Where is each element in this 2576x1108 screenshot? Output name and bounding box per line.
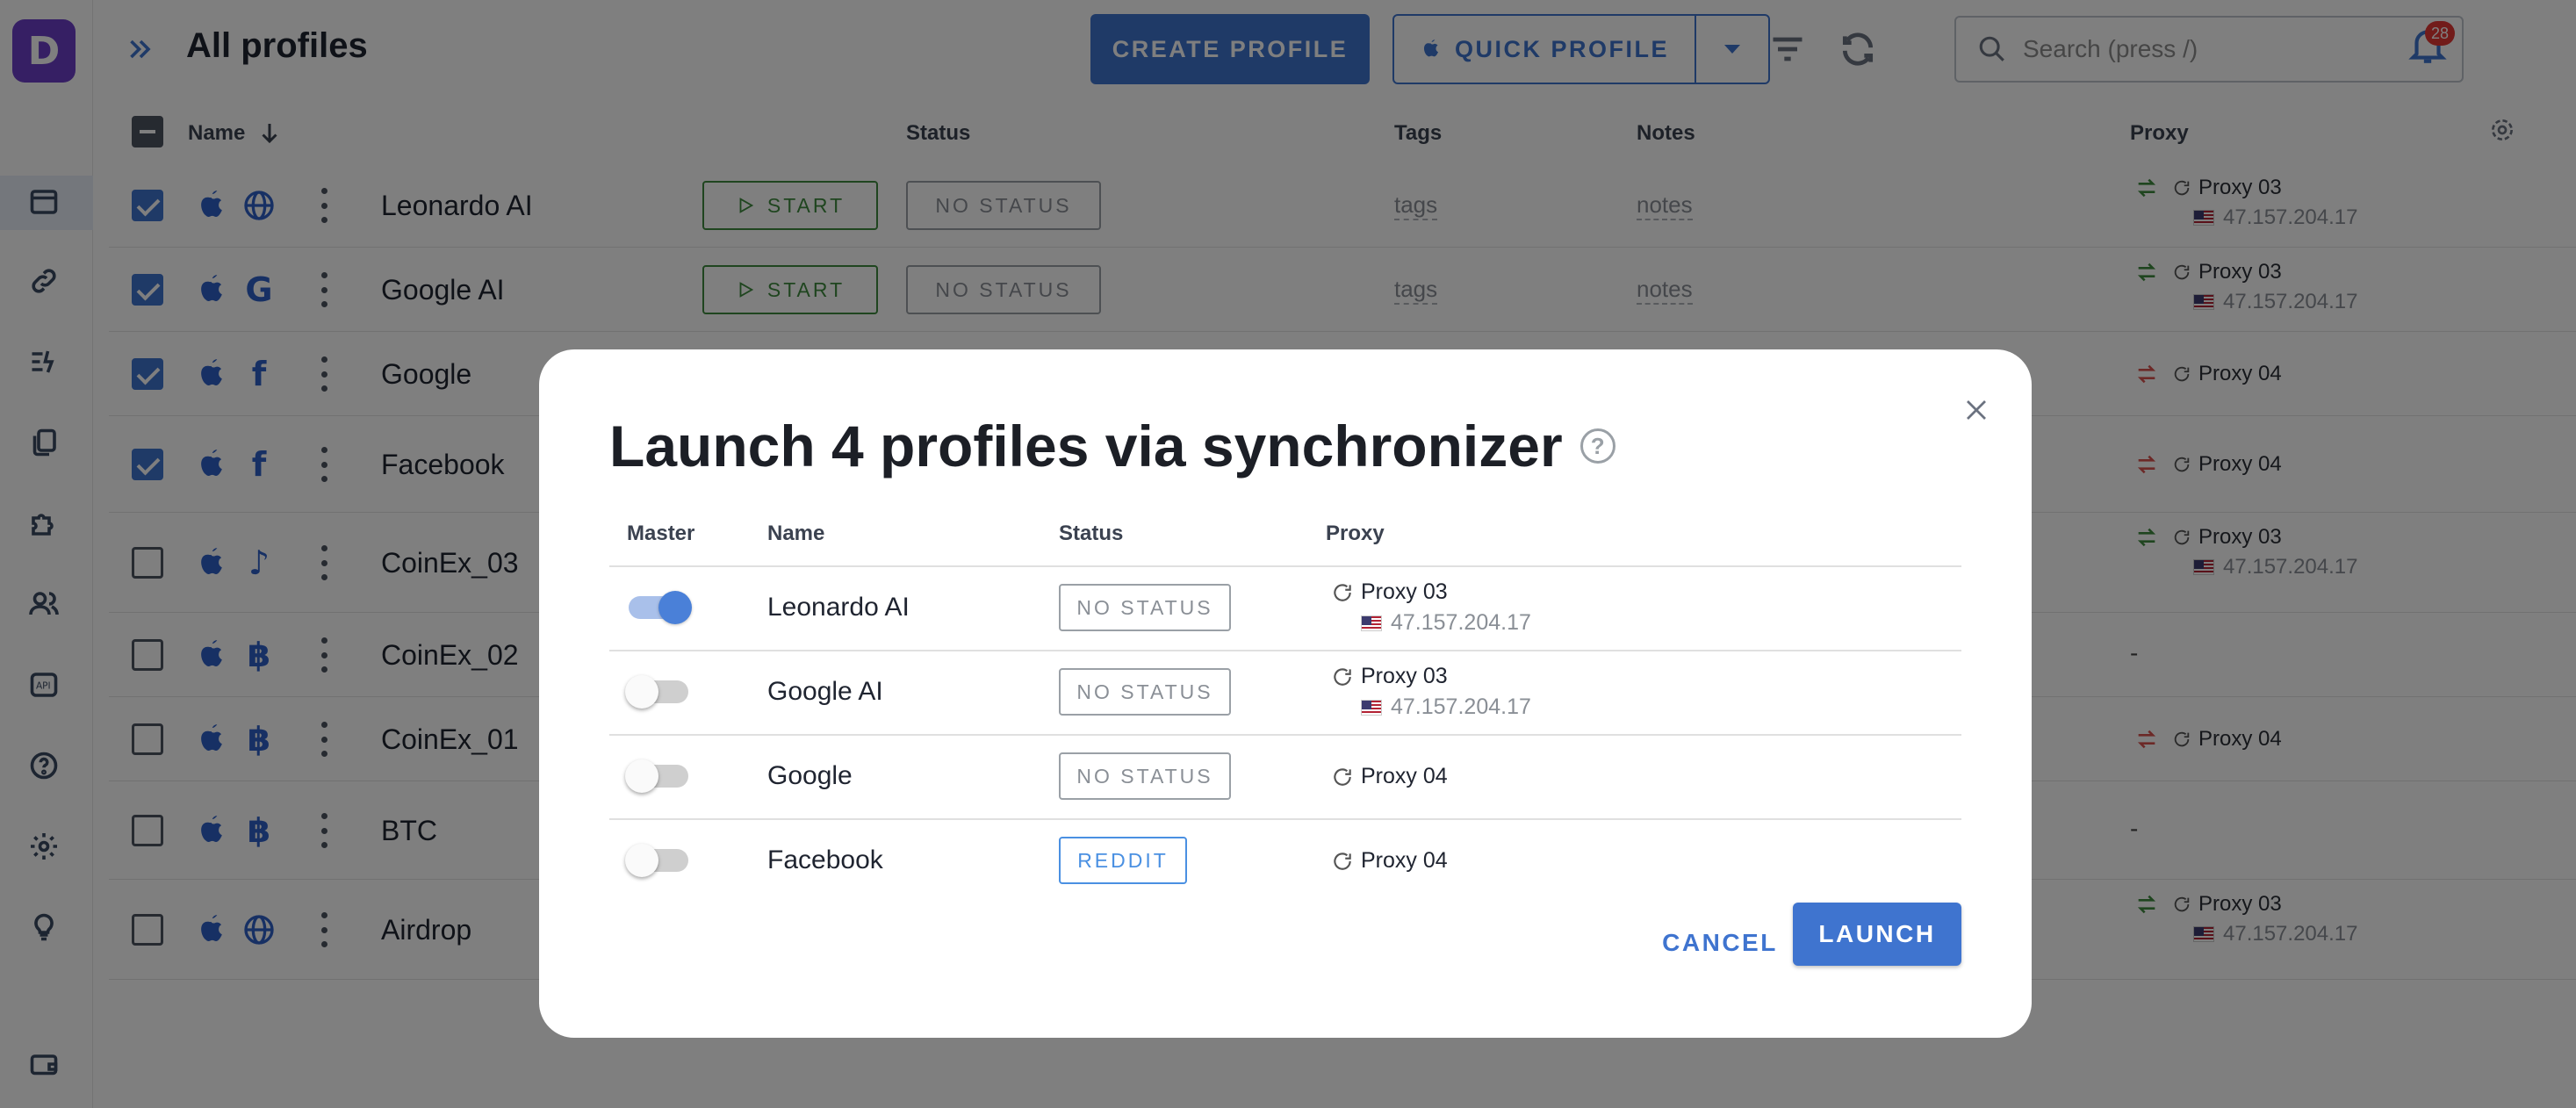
dialog-proxy-ip: 47.157.204.17 <box>1391 694 1531 719</box>
toggle-knob <box>625 675 658 709</box>
dialog-profile-name: Google AI <box>767 677 883 706</box>
toggle-knob <box>658 591 692 624</box>
master-toggle[interactable] <box>625 675 688 709</box>
refresh-icon[interactable] <box>1331 581 1354 604</box>
dialog-row-divider <box>609 734 1961 736</box>
refresh-icon[interactable] <box>1331 666 1354 688</box>
dialog-proxy-ip: 47.157.204.17 <box>1391 610 1531 635</box>
dialog-proxy-name: Proxy 04 <box>1361 764 1448 788</box>
dialog-title: Launch 4 profiles via synchronizer ? <box>609 413 1615 479</box>
toggle-knob <box>625 759 658 793</box>
dialog-profile-name: Google <box>767 761 853 790</box>
dialog-status-badge[interactable]: NO STATUS <box>1059 668 1231 716</box>
dialog-proxy-cell[interactable]: Proxy 03 47.157.204.17 <box>1331 664 1531 720</box>
dialog-header-divider <box>609 565 1961 567</box>
master-toggle[interactable] <box>625 759 688 793</box>
dialog-profile-name: Leonardo AI <box>767 593 910 622</box>
cancel-button[interactable]: CANCEL <box>1637 911 1803 975</box>
dialog-proxy-name: Proxy 04 <box>1361 848 1448 873</box>
dialog-proxy-name: Proxy 03 <box>1361 664 1448 688</box>
dialog-column-name: Name <box>767 522 825 545</box>
dialog-row-divider <box>609 818 1961 820</box>
close-icon[interactable] <box>1963 397 1990 423</box>
launch-synchronizer-dialog: Launch 4 profiles via synchronizer ? Mas… <box>539 349 2032 1038</box>
us-flag-icon <box>1361 699 1382 716</box>
dialog-proxy-name: Proxy 03 <box>1361 579 1448 604</box>
dialog-status-badge[interactable]: NO STATUS <box>1059 752 1231 800</box>
master-toggle[interactable] <box>629 591 692 624</box>
dialog-status-badge[interactable]: NO STATUS <box>1059 584 1231 631</box>
help-circle-icon[interactable]: ? <box>1579 428 1615 464</box>
toggle-knob <box>625 844 658 877</box>
refresh-icon[interactable] <box>1331 766 1354 788</box>
dialog-title-text: Launch 4 profiles via synchronizer <box>609 414 1563 478</box>
dialog-column-master: Master <box>627 522 695 545</box>
dialog-proxy-cell[interactable]: Proxy 04 <box>1331 848 1448 874</box>
dialog-column-status: Status <box>1059 522 1124 545</box>
dialog-column-proxy: Proxy <box>1326 522 1385 545</box>
launch-button[interactable]: LAUNCH <box>1793 903 1961 966</box>
master-toggle[interactable] <box>625 844 688 877</box>
us-flag-icon <box>1361 615 1382 631</box>
dialog-profile-name: Facebook <box>767 845 883 874</box>
refresh-icon[interactable] <box>1331 850 1354 873</box>
dialog-proxy-cell[interactable]: Proxy 04 <box>1331 764 1448 789</box>
dialog-proxy-cell[interactable]: Proxy 03 47.157.204.17 <box>1331 579 1531 636</box>
dialog-row-divider <box>609 650 1961 651</box>
dialog-status-badge[interactable]: REDDIT <box>1059 837 1187 884</box>
